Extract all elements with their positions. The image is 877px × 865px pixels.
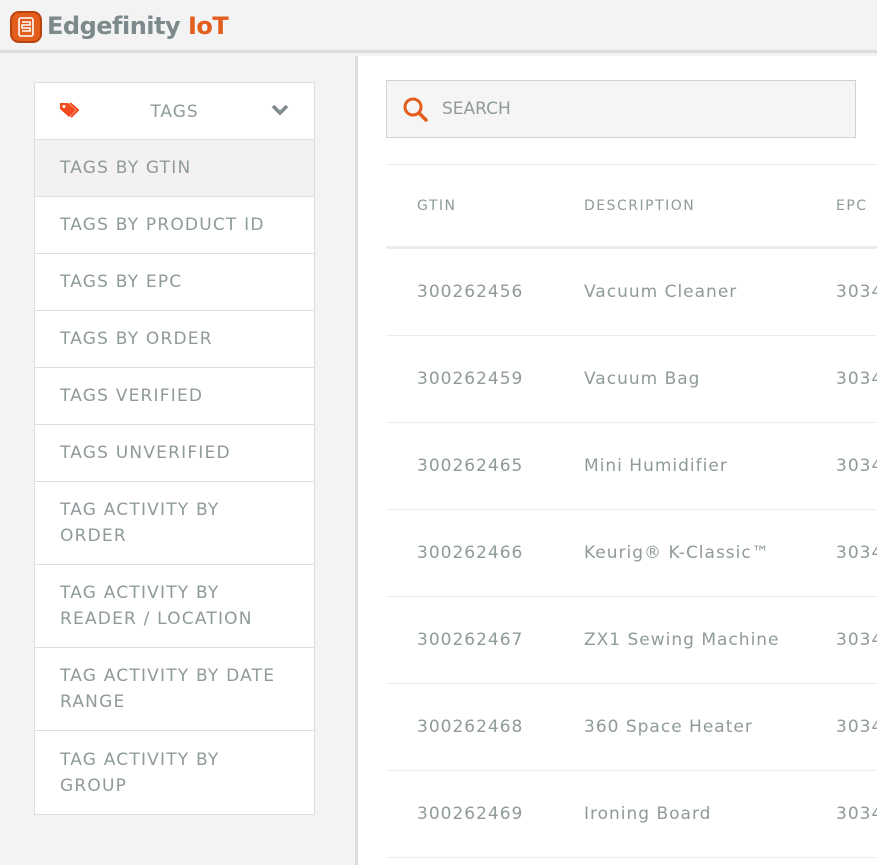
sidebar-item-label: TAG ACTIVITY BY GROUP — [60, 749, 220, 796]
brand-name[interactable]: Edgefinity IoT — [47, 12, 229, 40]
sidebar-item-label: TAGS BY ORDER — [60, 329, 213, 349]
sidebar-item-tag-activity-by-date-range[interactable]: TAG ACTIVITY BY DATE RANGE — [35, 648, 314, 731]
table-row[interactable]: 300262459 Vacuum Bag 3034 — [386, 336, 877, 423]
column-header-gtin[interactable]: GTIN — [417, 198, 457, 214]
brand-main: Edgefinity — [47, 12, 181, 40]
search-box[interactable] — [386, 80, 856, 138]
cell-description: Vacuum Cleaner — [584, 282, 738, 302]
cell-gtin: 300262456 — [417, 282, 524, 302]
search-icon — [403, 97, 428, 122]
column-header-epc[interactable]: EPC — [836, 198, 868, 214]
sidebar-item-label: TAGS UNVERIFIED — [60, 443, 231, 463]
sidebar-item-label: TAG ACTIVITY BY DATE RANGE — [60, 666, 276, 712]
sidebar-item-label: TAGS BY GTIN — [60, 158, 192, 178]
search-input[interactable] — [442, 81, 842, 137]
cell-epc: 3034 — [836, 282, 877, 302]
cell-description: Ironing Board — [584, 804, 712, 824]
sidebar-item-tag-activity-by-order[interactable]: TAG ACTIVITY BY ORDER — [35, 482, 314, 565]
sidebar-item-tag-activity-by-reader-location[interactable]: TAG ACTIVITY BY READER / LOCATION — [35, 565, 314, 648]
table-row[interactable]: 300262465 Mini Humidifier 3034 — [386, 423, 877, 510]
table-row[interactable]: 300262468 360 Space Heater 3034 — [386, 684, 877, 771]
edgefinity-logo-icon[interactable] — [10, 11, 42, 43]
sidebar-item-tags-unverified[interactable]: TAGS UNVERIFIED — [35, 425, 314, 482]
sidebar-item-tags-by-order[interactable]: TAGS BY ORDER — [35, 311, 314, 368]
cell-epc: 3034 — [836, 543, 877, 563]
sidebar-item-label: TAGS BY PRODUCT ID — [60, 215, 265, 235]
cell-epc: 3034 — [836, 804, 877, 824]
table-row[interactable]: 300262466 Keurig® K-Classic™ 3034 — [386, 510, 877, 597]
sidebar-item-tags-verified[interactable]: TAGS VERIFIED — [35, 368, 314, 425]
cell-description: 360 Space Heater — [584, 717, 753, 737]
chevron-down-icon[interactable] — [271, 103, 289, 117]
cell-gtin: 300262466 — [417, 543, 524, 563]
tags-menu-header[interactable]: TAGS — [35, 83, 314, 140]
tags-table: GTIN DESCRIPTION EPC 300262456 Vacuum Cl… — [386, 164, 877, 858]
sidebar-item-label: TAG ACTIVITY BY ORDER — [60, 500, 220, 546]
sidebar-item-label: TAGS BY EPC — [60, 272, 183, 292]
cell-epc: 3034 — [836, 369, 877, 389]
cell-description: Vacuum Bag — [584, 369, 701, 389]
sidebar-item-tags-by-gtin[interactable]: TAGS BY GTIN — [35, 140, 314, 197]
brand-accent: IoT — [188, 12, 229, 40]
cell-epc: 3034 — [836, 717, 877, 737]
cell-gtin: 300262468 — [417, 717, 524, 737]
cell-gtin: 300262459 — [417, 369, 524, 389]
sidebar-item-tags-by-epc[interactable]: TAGS BY EPC — [35, 254, 314, 311]
table-header: GTIN DESCRIPTION EPC — [386, 165, 877, 249]
cell-epc: 3034 — [836, 456, 877, 476]
main-content: GTIN DESCRIPTION EPC 300262456 Vacuum Cl… — [358, 56, 877, 865]
table-row[interactable]: 300262456 Vacuum Cleaner 3034 — [386, 249, 877, 336]
cell-gtin: 300262465 — [417, 456, 524, 476]
cell-epc: 3034 — [836, 630, 877, 650]
sidebar-item-label: TAGS VERIFIED — [60, 386, 204, 406]
top-bar: Edgefinity IoT — [0, 0, 877, 53]
cell-description: Keurig® K-Classic™ — [584, 543, 770, 563]
sidebar-item-tags-by-product-id[interactable]: TAGS BY PRODUCT ID — [35, 197, 314, 254]
cell-gtin: 300262469 — [417, 804, 524, 824]
table-row[interactable]: 300262467 ZX1 Sewing Machine 3034 — [386, 597, 877, 684]
sidebar-item-label: TAG ACTIVITY BY READER / LOCATION — [60, 583, 253, 629]
table-row[interactable]: 300262469 Ironing Board 3034 — [386, 771, 877, 858]
sidebar-item-tag-activity-by-group[interactable]: TAG ACTIVITY BY GROUP — [35, 731, 314, 814]
tags-menu: TAGS TAGS BY GTIN TAGS BY PRODUCT ID TAG… — [34, 82, 315, 815]
cell-description: ZX1 Sewing Machine — [584, 630, 780, 650]
cell-description: Mini Humidifier — [584, 456, 728, 476]
column-header-description[interactable]: DESCRIPTION — [584, 198, 695, 214]
cell-gtin: 300262467 — [417, 630, 524, 650]
